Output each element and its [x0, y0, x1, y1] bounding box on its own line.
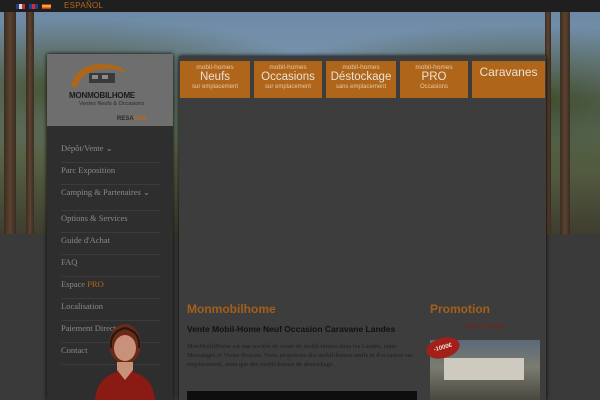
tree-trunk: [26, 12, 34, 234]
promo-section: Promotion Prix en baisse -1000€: [423, 302, 540, 400]
resa-sud-logo: RESASUD: [117, 116, 147, 122]
sidebar-item-faq[interactable]: FAQ: [61, 255, 161, 277]
promo-title: Promotion: [430, 302, 490, 316]
tree-trunk: [560, 12, 570, 234]
es-flag-icon[interactable]: [42, 4, 51, 9]
tab-pro[interactable]: mobil-homes PRO Occasions: [400, 61, 468, 98]
sidebar-item-camping[interactable]: Camping & Partenaires ⌄: [61, 185, 161, 211]
tab-destockage[interactable]: mobil-homes Déstockage sans emplacement: [326, 61, 396, 98]
sidebar-item-options[interactable]: Options & Services: [61, 211, 161, 233]
logo[interactable]: MONMOBILHOME Ventes Neufs & Occasions RE…: [47, 54, 173, 126]
sidebar-item-parc-exposition[interactable]: Parc Exposition: [61, 163, 161, 185]
sidebar: MONMOBILHOME Ventes Neufs & Occasions RE…: [47, 54, 173, 400]
uk-flag-icon[interactable]: [29, 4, 38, 9]
mobile-home-image: [444, 358, 524, 380]
logo-name: MONMOBILHOME: [69, 91, 136, 100]
language-label[interactable]: ESPAÑOL: [64, 1, 103, 10]
sidebar-item-espace-pro[interactable]: Espace PRO: [61, 277, 161, 299]
intro-section: Monmobilhome Vente Mobil-Home Neuf Occas…: [187, 302, 417, 369]
top-bar: ESPAÑOL: [0, 0, 600, 12]
tree-trunk: [4, 12, 16, 234]
promo-subtitle: Prix en baisse: [465, 322, 505, 330]
tab-caravanes[interactable]: Caravanes: [472, 61, 545, 98]
section-title: Monmobilhome: [187, 302, 276, 316]
sidebar-item-depot-vente[interactable]: Dépôt/Vente ⌄: [61, 141, 161, 163]
tab-occasions[interactable]: mobil-homes Occasions sur emplacement: [254, 61, 322, 98]
tab-neufs[interactable]: mobil-homes Neufs sur emplacement: [180, 61, 250, 98]
fr-flag-icon[interactable]: [16, 4, 25, 9]
house-logo-icon: [71, 64, 127, 87]
promo-image[interactable]: -1000€: [423, 333, 540, 400]
support-agent-image: [95, 324, 155, 400]
section-subtitle: Vente Mobil-Home Neuf Occasion Caravane …: [187, 324, 396, 334]
sidebar-item-guide[interactable]: Guide d'Achat: [61, 233, 161, 255]
logo-tagline: Ventes Neufs & Occasions: [79, 101, 145, 107]
video-player[interactable]: [187, 391, 417, 400]
main-content: mobil-homes Neufs sur emplacement mobil-…: [179, 56, 546, 400]
intro-paragraph: MonMobilHome est une société de vente de…: [187, 343, 413, 368]
